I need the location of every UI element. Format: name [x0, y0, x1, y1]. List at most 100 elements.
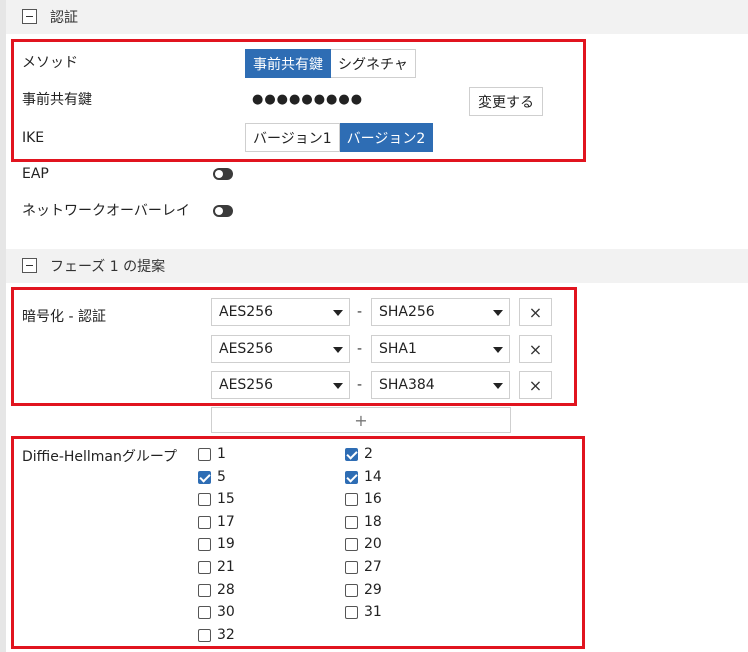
method-option-psk[interactable]: 事前共有鍵	[245, 49, 331, 78]
dh-group-checkbox[interactable]: 29	[345, 581, 382, 599]
dh-group-value: 20	[364, 536, 382, 552]
dh-group-checkbox[interactable]: 5	[198, 468, 226, 486]
dh-group-checkbox[interactable]: 19	[198, 535, 235, 553]
dh-group-value: 28	[217, 582, 235, 598]
dh-group-value: 30	[217, 604, 235, 620]
ike-option-v1[interactable]: バージョン1	[245, 123, 340, 152]
checkbox-unchecked-icon[interactable]	[198, 560, 211, 574]
checkbox-unchecked-icon[interactable]	[345, 583, 358, 597]
separator: -	[357, 341, 363, 357]
dh-group-checkbox[interactable]: 17	[198, 513, 235, 531]
psk-label: 事前共有鍵	[22, 92, 92, 108]
dh-group-value: 31	[364, 604, 382, 620]
eap-label: EAP	[22, 166, 49, 182]
method-segmented-control: 事前共有鍵 シグネチャ	[245, 49, 416, 78]
dh-group-checkbox[interactable]: 32	[198, 626, 235, 644]
phase1-section-title: フェーズ 1 の提案	[50, 259, 166, 275]
auth-select[interactable]: SHA384	[371, 371, 510, 399]
dh-group-checkbox[interactable]: 30	[198, 603, 235, 621]
checkbox-unchecked-icon[interactable]	[198, 583, 211, 597]
remove-proposal-button[interactable]: ×	[519, 335, 552, 363]
dh-group-value: 16	[364, 491, 382, 507]
checkbox-unchecked-icon[interactable]	[198, 628, 211, 642]
encryption-select[interactable]: AES256	[211, 371, 350, 399]
dh-group-value: 21	[217, 559, 235, 575]
encryption-value: AES256	[219, 341, 274, 357]
dh-group-value: 1	[217, 446, 226, 462]
auth-value: SHA384	[379, 377, 435, 393]
dh-group-checkbox[interactable]: 21	[198, 558, 235, 576]
auth-select[interactable]: SHA256	[371, 298, 510, 326]
dh-group-value: 2	[364, 446, 373, 462]
dh-group-checkbox[interactable]: 31	[345, 603, 382, 621]
auth-value: SHA256	[379, 304, 435, 320]
dh-group-checkbox[interactable]: 20	[345, 535, 382, 553]
phase1-section-header[interactable]: フェーズ 1 の提案	[6, 249, 748, 283]
dh-group-value: 27	[364, 559, 382, 575]
checkbox-unchecked-icon[interactable]	[345, 560, 358, 574]
dh-group-checkbox[interactable]: 1	[198, 445, 226, 463]
method-option-signature[interactable]: シグネチャ	[331, 49, 416, 78]
highlight-box-dh	[11, 436, 585, 649]
encryption-select[interactable]: AES256	[211, 298, 350, 326]
ike-option-v2[interactable]: バージョン2	[339, 123, 434, 152]
checkbox-unchecked-icon[interactable]	[198, 492, 211, 506]
checkbox-unchecked-icon[interactable]	[198, 537, 211, 551]
dh-group-value: 14	[364, 469, 382, 485]
chevron-down-icon	[333, 383, 343, 389]
overlay-label: ネットワークオーバーレイ	[22, 203, 190, 219]
change-psk-button[interactable]: 変更する	[469, 87, 543, 116]
dh-group-checkbox[interactable]: 14	[345, 468, 382, 486]
method-label: メソッド	[22, 55, 78, 71]
eap-toggle[interactable]	[213, 168, 233, 180]
dh-group-value: 5	[217, 469, 226, 485]
encryption-value: AES256	[219, 304, 274, 320]
separator: -	[357, 377, 363, 393]
dh-group-value: 19	[217, 536, 235, 552]
checkbox-unchecked-icon[interactable]	[198, 605, 211, 619]
remove-proposal-button[interactable]: ×	[519, 298, 552, 326]
left-border	[0, 0, 6, 652]
auth-select[interactable]: SHA1	[371, 335, 510, 363]
dh-group-label: Diffie-Hellmanグループ	[22, 449, 178, 465]
checkbox-unchecked-icon[interactable]	[345, 605, 358, 619]
dh-group-value: 18	[364, 514, 382, 530]
dh-group-checkbox[interactable]: 27	[345, 558, 382, 576]
dh-group-value: 32	[217, 627, 235, 643]
checkbox-checked-icon[interactable]	[345, 447, 358, 461]
dh-group-value: 17	[217, 514, 235, 530]
dh-group-checkbox[interactable]: 18	[345, 513, 382, 531]
dh-group-checkbox[interactable]: 15	[198, 490, 235, 508]
chevron-down-icon	[333, 310, 343, 316]
checkbox-unchecked-icon[interactable]	[198, 515, 211, 529]
collapse-icon[interactable]	[22, 258, 37, 273]
chevron-down-icon	[493, 310, 503, 316]
checkbox-unchecked-icon[interactable]	[198, 447, 211, 461]
checkbox-unchecked-icon[interactable]	[345, 492, 358, 506]
dh-group-checkbox[interactable]: 16	[345, 490, 382, 508]
auth-value: SHA1	[379, 341, 417, 357]
dh-group-checkbox[interactable]: 28	[198, 581, 235, 599]
encryption-auth-label: 暗号化 - 認証	[22, 309, 106, 325]
auth-section-header[interactable]: 認証	[6, 0, 748, 34]
checkbox-checked-icon[interactable]	[345, 470, 358, 484]
dh-group-checkbox[interactable]: 2	[345, 445, 373, 463]
chevron-down-icon	[333, 347, 343, 353]
ike-segmented-control: バージョン1 バージョン2	[245, 123, 434, 152]
chevron-down-icon	[493, 383, 503, 389]
ike-label: IKE	[22, 130, 45, 146]
auth-section-title: 認証	[50, 10, 78, 26]
encryption-select[interactable]: AES256	[211, 335, 350, 363]
dh-group-value: 29	[364, 582, 382, 598]
add-proposal-button[interactable]: +	[211, 407, 511, 433]
remove-proposal-button[interactable]: ×	[519, 371, 552, 399]
psk-masked-value: ●●●●●●●●●	[252, 92, 364, 107]
checkbox-unchecked-icon[interactable]	[345, 515, 358, 529]
collapse-icon[interactable]	[22, 9, 37, 24]
separator: -	[357, 304, 363, 320]
checkbox-unchecked-icon[interactable]	[345, 537, 358, 551]
overlay-toggle[interactable]	[213, 205, 233, 217]
dh-group-value: 15	[217, 491, 235, 507]
chevron-down-icon	[493, 347, 503, 353]
checkbox-checked-icon[interactable]	[198, 470, 211, 484]
